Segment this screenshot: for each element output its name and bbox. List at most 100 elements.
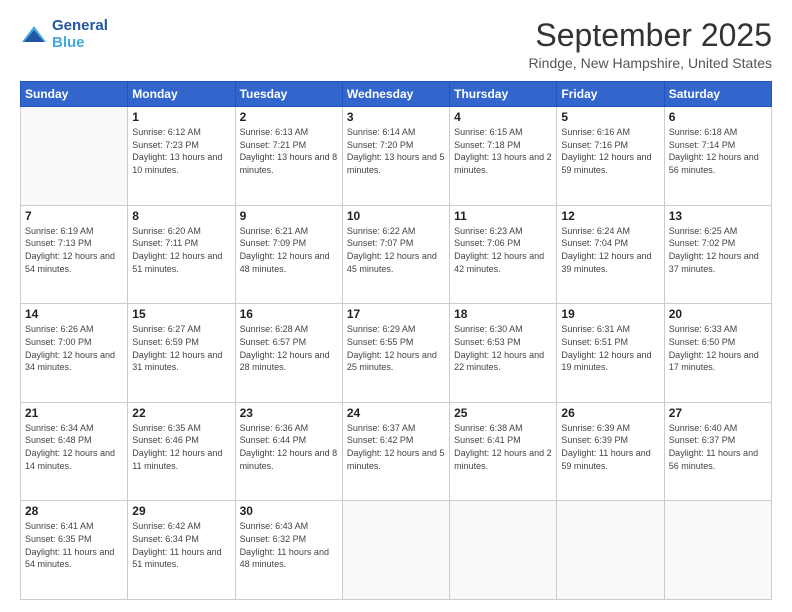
day-number: 3	[347, 110, 445, 124]
logo-line1: General	[52, 18, 108, 35]
day-info: Sunrise: 6:21 AMSunset: 7:09 PMDaylight:…	[240, 225, 338, 275]
day-number: 20	[669, 307, 767, 321]
calendar-cell: 13Sunrise: 6:25 AMSunset: 7:02 PMDayligh…	[664, 205, 771, 304]
location: Rindge, New Hampshire, United States	[528, 55, 772, 71]
day-info: Sunrise: 6:30 AMSunset: 6:53 PMDaylight:…	[454, 323, 552, 373]
day-info: Sunrise: 6:27 AMSunset: 6:59 PMDaylight:…	[132, 323, 230, 373]
day-info: Sunrise: 6:41 AMSunset: 6:35 PMDaylight:…	[25, 520, 123, 570]
day-number: 10	[347, 209, 445, 223]
logo-text: General Blue	[52, 18, 108, 51]
day-info: Sunrise: 6:28 AMSunset: 6:57 PMDaylight:…	[240, 323, 338, 373]
col-wednesday: Wednesday	[342, 82, 449, 107]
day-info: Sunrise: 6:40 AMSunset: 6:37 PMDaylight:…	[669, 422, 767, 472]
day-number: 12	[561, 209, 659, 223]
calendar-cell: 10 Sunrise: 6:22 AMSunset: 7:07 PMDayligh…	[342, 205, 449, 304]
calendar-week-row: 1Sunrise: 6:12 AMSunset: 7:23 PMDaylight…	[21, 107, 772, 206]
calendar-cell: 9 Sunrise: 6:21 AMSunset: 7:09 PMDaylight…	[235, 205, 342, 304]
day-number: 24	[347, 406, 445, 420]
calendar-cell	[664, 501, 771, 600]
day-number: 18	[454, 307, 552, 321]
col-monday: Monday	[128, 82, 235, 107]
day-info: Sunrise: 6:42 AMSunset: 6:34 PMDaylight:…	[132, 520, 230, 570]
calendar-cell: 27Sunrise: 6:40 AMSunset: 6:37 PMDayligh…	[664, 402, 771, 501]
day-number: 22	[132, 406, 230, 420]
calendar-week-row: 21 Sunrise: 6:34 AMSunset: 6:48 PMDayligh…	[21, 402, 772, 501]
calendar-table: Sunday Monday Tuesday Wednesday Thursday…	[20, 81, 772, 600]
calendar-cell: 3 Sunrise: 6:14 AMSunset: 7:20 PMDaylight…	[342, 107, 449, 206]
calendar-cell	[450, 501, 557, 600]
calendar-cell: 16 Sunrise: 6:28 AMSunset: 6:57 PMDayligh…	[235, 304, 342, 403]
day-number: 4	[454, 110, 552, 124]
day-number: 30	[240, 504, 338, 518]
day-number: 11	[454, 209, 552, 223]
day-info: Sunrise: 6:34 AMSunset: 6:48 PMDaylight:…	[25, 422, 123, 472]
calendar-cell: 20Sunrise: 6:33 AMSunset: 6:50 PMDayligh…	[664, 304, 771, 403]
day-number: 29	[132, 504, 230, 518]
day-info: Sunrise: 6:36 AMSunset: 6:44 PMDaylight:…	[240, 422, 338, 472]
calendar-cell: 12 Sunrise: 6:24 AMSunset: 7:04 PMDayligh…	[557, 205, 664, 304]
day-number: 8	[132, 209, 230, 223]
calendar-cell: 8Sunrise: 6:20 AMSunset: 7:11 PMDaylight…	[128, 205, 235, 304]
day-info: Sunrise: 6:24 AMSunset: 7:04 PMDaylight:…	[561, 225, 659, 275]
calendar-cell: 29 Sunrise: 6:42 AMSunset: 6:34 PMDayligh…	[128, 501, 235, 600]
logo-line2: Blue	[52, 34, 85, 51]
day-number: 17	[347, 307, 445, 321]
col-friday: Friday	[557, 82, 664, 107]
col-saturday: Saturday	[664, 82, 771, 107]
day-info: Sunrise: 6:25 AMSunset: 7:02 PMDaylight:…	[669, 225, 767, 275]
day-number: 9	[240, 209, 338, 223]
day-number: 28	[25, 504, 123, 518]
calendar-cell: 18 Sunrise: 6:30 AMSunset: 6:53 PMDayligh…	[450, 304, 557, 403]
calendar-cell: 11Sunrise: 6:23 AMSunset: 7:06 PMDayligh…	[450, 205, 557, 304]
calendar-cell: 15 Sunrise: 6:27 AMSunset: 6:59 PMDayligh…	[128, 304, 235, 403]
day-info: Sunrise: 6:18 AMSunset: 7:14 PMDaylight:…	[669, 126, 767, 176]
col-thursday: Thursday	[450, 82, 557, 107]
day-number: 2	[240, 110, 338, 124]
calendar-cell: 26 Sunrise: 6:39 AMSunset: 6:39 PMDayligh…	[557, 402, 664, 501]
calendar-cell: 21 Sunrise: 6:34 AMSunset: 6:48 PMDayligh…	[21, 402, 128, 501]
day-info: Sunrise: 6:43 AMSunset: 6:32 PMDaylight:…	[240, 520, 338, 570]
calendar-cell: 24 Sunrise: 6:37 AMSunset: 6:42 PMDayligh…	[342, 402, 449, 501]
day-number: 25	[454, 406, 552, 420]
day-info: Sunrise: 6:14 AMSunset: 7:20 PMDaylight:…	[347, 126, 445, 176]
calendar-cell: 19 Sunrise: 6:31 AMSunset: 6:51 PMDayligh…	[557, 304, 664, 403]
calendar-cell: 25 Sunrise: 6:38 AMSunset: 6:41 PMDayligh…	[450, 402, 557, 501]
day-info: Sunrise: 6:19 AMSunset: 7:13 PMDaylight:…	[25, 225, 123, 275]
calendar-week-row: 7Sunrise: 6:19 AMSunset: 7:13 PMDaylight…	[21, 205, 772, 304]
day-number: 16	[240, 307, 338, 321]
day-info: Sunrise: 6:29 AMSunset: 6:55 PMDaylight:…	[347, 323, 445, 373]
calendar-cell: 6 Sunrise: 6:18 AMSunset: 7:14 PMDaylight…	[664, 107, 771, 206]
day-info: Sunrise: 6:37 AMSunset: 6:42 PMDaylight:…	[347, 422, 445, 472]
day-info: Sunrise: 6:22 AMSunset: 7:07 PMDaylight:…	[347, 225, 445, 275]
day-number: 14	[25, 307, 123, 321]
calendar-week-row: 28 Sunrise: 6:41 AMSunset: 6:35 PMDayligh…	[21, 501, 772, 600]
calendar-cell: 17 Sunrise: 6:29 AMSunset: 6:55 PMDayligh…	[342, 304, 449, 403]
calendar-cell: 14 Sunrise: 6:26 AMSunset: 7:00 PMDayligh…	[21, 304, 128, 403]
day-number: 26	[561, 406, 659, 420]
day-number: 15	[132, 307, 230, 321]
day-number: 5	[561, 110, 659, 124]
day-info: Sunrise: 6:13 AMSunset: 7:21 PMDaylight:…	[240, 126, 338, 176]
logo-icon	[20, 24, 48, 46]
calendar-cell: 28 Sunrise: 6:41 AMSunset: 6:35 PMDayligh…	[21, 501, 128, 600]
calendar-cell: 2 Sunrise: 6:13 AMSunset: 7:21 PMDaylight…	[235, 107, 342, 206]
day-number: 21	[25, 406, 123, 420]
header: General Blue September 2025 Rindge, New …	[20, 18, 772, 71]
page: General Blue September 2025 Rindge, New …	[0, 0, 792, 612]
day-info: Sunrise: 6:31 AMSunset: 6:51 PMDaylight:…	[561, 323, 659, 373]
day-info: Sunrise: 6:16 AMSunset: 7:16 PMDaylight:…	[561, 126, 659, 176]
day-info: Sunrise: 6:39 AMSunset: 6:39 PMDaylight:…	[561, 422, 659, 472]
calendar-cell	[21, 107, 128, 206]
calendar-cell: 5 Sunrise: 6:16 AMSunset: 7:16 PMDaylight…	[557, 107, 664, 206]
col-tuesday: Tuesday	[235, 82, 342, 107]
title-block: September 2025 Rindge, New Hampshire, Un…	[528, 18, 772, 71]
day-number: 6	[669, 110, 767, 124]
day-info: Sunrise: 6:26 AMSunset: 7:00 PMDaylight:…	[25, 323, 123, 373]
day-number: 1	[132, 110, 230, 124]
day-number: 19	[561, 307, 659, 321]
day-info: Sunrise: 6:15 AMSunset: 7:18 PMDaylight:…	[454, 126, 552, 176]
calendar-cell: 1Sunrise: 6:12 AMSunset: 7:23 PMDaylight…	[128, 107, 235, 206]
calendar-cell	[557, 501, 664, 600]
day-info: Sunrise: 6:38 AMSunset: 6:41 PMDaylight:…	[454, 422, 552, 472]
calendar-cell: 4 Sunrise: 6:15 AMSunset: 7:18 PMDaylight…	[450, 107, 557, 206]
